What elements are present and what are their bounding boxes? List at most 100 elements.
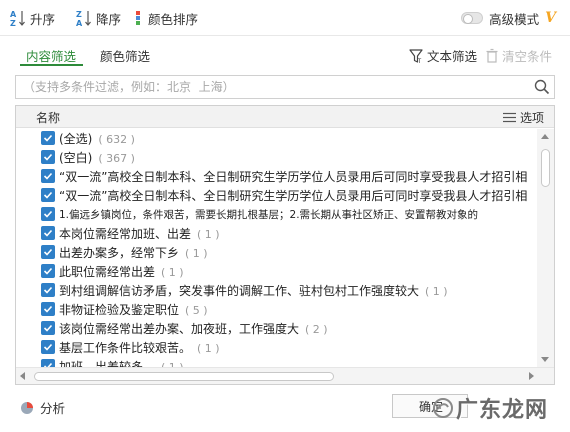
advanced-mode: 高级模式 V — [461, 8, 556, 28]
sort-toolbar: A Z 升序 Z A 降序 颜色排序 高级模式 V — [0, 0, 570, 36]
item-label: 非物证检验及鉴定职位 ( 5 ) — [59, 301, 208, 318]
scroll-down-icon[interactable] — [541, 357, 549, 362]
item-text: 1.偏远乡镇岗位，条件艰苦，需要长期扎根基层；2.需长期从事社区矫正、安置帮教对… — [59, 209, 479, 221]
checkmark-icon — [43, 210, 53, 218]
item-text: (空白) — [59, 151, 93, 165]
vertical-scrollbar[interactable] — [537, 129, 554, 367]
horizontal-scroll-thumb[interactable] — [34, 372, 334, 381]
sort-descending-label: 降序 — [96, 11, 122, 27]
list-item[interactable]: (空白) ( 367 ) — [16, 148, 536, 166]
pie-chart-icon — [21, 401, 33, 414]
item-count: ( 367 ) — [98, 152, 135, 165]
item-label: 1.偏远乡镇岗位，条件艰苦，需要长期扎根基层；2.需长期从事社区矫正、安置帮教对… — [59, 207, 478, 222]
search-icon[interactable] — [534, 79, 550, 95]
svg-text:Z: Z — [76, 10, 82, 19]
item-count: ( 1 ) — [161, 266, 184, 279]
item-checkbox[interactable] — [41, 264, 55, 278]
list-item[interactable]: 本岗位需经常加班、出差 ( 1 ) — [16, 224, 536, 242]
sort-ascending-label: 升序 — [30, 11, 56, 27]
item-checkbox[interactable] — [41, 169, 55, 183]
item-label: 到村组调解信访矛盾，突发事件的调解工作、驻村包村工作强度较大 ( 1 ) — [59, 282, 448, 299]
list-item[interactable]: 出差办案多，经常下乡 ( 1 ) — [16, 243, 536, 261]
item-checkbox[interactable] — [41, 226, 55, 240]
search-input[interactable] — [16, 76, 524, 98]
item-label: “双一流”高校全日制本科、全日制研究生学历学位人员录用后可同时享受我县人才招引相 — [59, 168, 527, 185]
item-label: “双一流”高校全日制本科、全日制研究生学历学位人员录用后可同时享受我县人才招引相 — [59, 187, 527, 204]
item-checkbox[interactable] — [41, 245, 55, 259]
item-count: ( 1 ) — [197, 228, 220, 241]
horizontal-scrollbar[interactable] — [16, 367, 554, 384]
item-count: ( 1 ) — [425, 285, 448, 298]
vertical-scroll-thumb[interactable] — [541, 149, 550, 187]
analyze-label: 分析 — [40, 401, 66, 416]
item-text: 本岗位需经常加班、出差 — [59, 227, 192, 241]
checkmark-icon — [43, 229, 53, 237]
checkmark-icon — [43, 134, 53, 142]
item-checkbox[interactable] — [41, 207, 55, 221]
color-sort-label: 颜色排序 — [148, 11, 199, 27]
list-item[interactable]: “双一流”高校全日制本科、全日制研究生学历学位人员录用后可同时享受我县人才招引相 — [16, 186, 536, 204]
clear-conditions-label: 清空条件 — [502, 49, 553, 64]
list-item[interactable]: 基层工作条件比较艰苦。 ( 1 ) — [16, 338, 536, 356]
scroll-up-icon[interactable] — [541, 134, 549, 139]
checkmark-icon — [43, 172, 53, 180]
item-text: 此职位需经常出差 — [59, 265, 156, 279]
clear-conditions-button[interactable]: 清空条件 — [485, 46, 552, 65]
color-sort-button[interactable]: 颜色排序 — [134, 8, 198, 28]
item-checkbox[interactable] — [41, 321, 55, 335]
item-count: ( 1 ) — [185, 247, 208, 260]
dialog-footer: 分析 确定 广东龙网 — [0, 390, 570, 432]
svg-text:A: A — [76, 19, 83, 27]
item-checkbox[interactable] — [41, 283, 55, 297]
item-checkbox[interactable] — [41, 340, 55, 354]
item-checkbox[interactable] — [41, 188, 55, 202]
checkmark-icon — [43, 267, 53, 275]
item-label: 该岗位需经常出差办案、加夜班，工作强度大 ( 2 ) — [59, 320, 328, 337]
options-button[interactable]: 选项 — [502, 109, 544, 126]
advanced-mode-toggle[interactable] — [461, 12, 484, 24]
item-text: “双一流”高校全日制本科、全日制研究生学历学位人员录用后可同时享受我县人才招引相 — [59, 170, 528, 184]
list-item[interactable]: “双一流”高校全日制本科、全日制研究生学历学位人员录用后可同时享受我县人才招引相 — [16, 167, 536, 185]
checkmark-icon — [43, 153, 53, 161]
sort-ascending-button[interactable]: A Z 升序 — [10, 8, 55, 28]
vip-badge: V — [545, 10, 556, 26]
tab-content-filter[interactable]: 内容筛选 — [26, 46, 76, 65]
list-item[interactable]: 1.偏远乡镇岗位，条件艰苦，需要长期扎根基层；2.需长期从事社区矫正、安置帮教对… — [16, 205, 536, 223]
sort-descending-icon: Z A — [76, 10, 91, 27]
item-label: (空白) ( 367 ) — [59, 149, 135, 166]
scroll-left-icon[interactable] — [20, 372, 25, 380]
search-box — [15, 75, 555, 99]
tab-color-filter[interactable]: 颜色筛选 — [100, 46, 150, 65]
list-rows: (全选) ( 632 ) (空白) ( 367 ) “双一流”高校全日制本科、全日制研究… — [16, 129, 536, 369]
list-item[interactable]: 到村组调解信访矛盾，突发事件的调解工作、驻村包村工作强度较大 ( 1 ) — [16, 281, 536, 299]
list-item[interactable]: (全选) ( 632 ) — [16, 129, 536, 147]
item-checkbox[interactable] — [41, 131, 55, 145]
checkmark-icon — [43, 248, 53, 256]
item-text: 非物证检验及鉴定职位 — [59, 303, 180, 317]
svg-text:Z: Z — [10, 19, 16, 27]
watermark-logo-icon — [433, 398, 453, 418]
item-text: 该岗位需经常出差办案、加夜班，工作强度大 — [59, 322, 300, 336]
list-item[interactable]: 非物证检验及鉴定职位 ( 5 ) — [16, 300, 536, 318]
funnel-icon: T — [409, 48, 423, 64]
item-text: 出差办案多，经常下乡 — [59, 246, 180, 260]
color-sort-icon — [136, 11, 140, 25]
text-filter-button[interactable]: T 文本筛选 — [408, 46, 477, 65]
analyze-button[interactable]: 分析 — [20, 398, 65, 417]
checkmark-icon — [43, 191, 53, 199]
item-label: 此职位需经常出差 ( 1 ) — [59, 263, 184, 280]
item-text: 到村组调解信访矛盾，突发事件的调解工作、驻村包村工作强度较大 — [59, 284, 420, 298]
item-text: (全选) — [59, 132, 93, 146]
item-checkbox[interactable] — [41, 150, 55, 164]
item-label: (全选) ( 632 ) — [59, 130, 135, 147]
item-count: ( 2 ) — [305, 323, 328, 336]
sort-descending-button[interactable]: Z A 降序 — [76, 8, 121, 28]
scroll-right-icon[interactable] — [529, 372, 534, 380]
list-item[interactable]: 该岗位需经常出差办案、加夜班，工作强度大 ( 2 ) — [16, 319, 536, 337]
list-item[interactable]: 此职位需经常出差 ( 1 ) — [16, 262, 536, 280]
item-label: 基层工作条件比较艰苦。 ( 1 ) — [59, 339, 220, 356]
item-checkbox[interactable] — [41, 302, 55, 316]
watermark: 广东龙网 — [432, 390, 562, 426]
item-text: 基层工作条件比较艰苦。 — [59, 341, 192, 355]
item-label: 出差办案多，经常下乡 ( 1 ) — [59, 244, 208, 261]
